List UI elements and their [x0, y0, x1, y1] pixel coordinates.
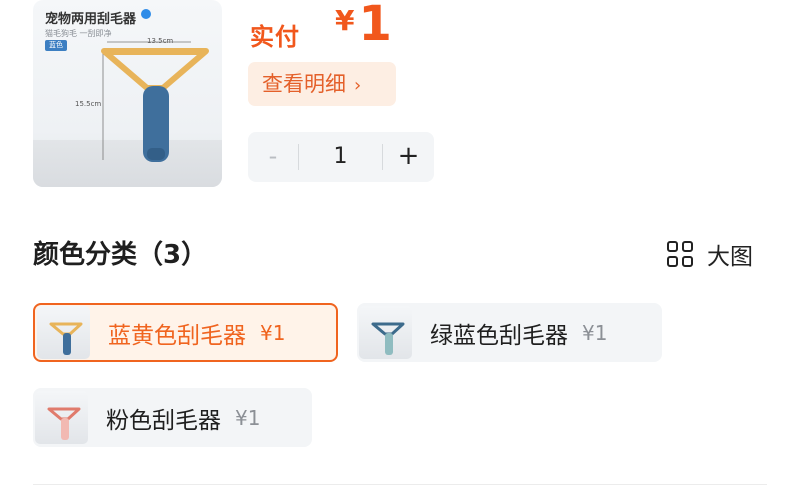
option-green-blue[interactable]: 绿蓝色刮毛器 ¥1	[357, 303, 662, 362]
color-category-title: 颜色分类（3）	[33, 240, 208, 270]
option-name: 绿蓝色刮毛器	[430, 322, 568, 349]
grid-icon	[667, 241, 693, 267]
paid-price-value: ¥1	[335, 0, 392, 52]
option-blue-yellow[interactable]: 蓝黄色刮毛器 ¥1	[33, 303, 338, 362]
quantity-stepper: - 1 +	[248, 132, 434, 182]
option-price: ¥1	[582, 320, 608, 345]
paid-price-label: 实付	[250, 23, 300, 51]
view-details-button[interactable]: 查看明细 ›	[248, 62, 396, 106]
big-image-view-toggle[interactable]: 大图	[667, 239, 753, 270]
view-details-label: 查看明细	[262, 72, 346, 96]
price-amount: 1	[358, 0, 392, 52]
quantity-value[interactable]: 1	[299, 132, 382, 182]
increase-quantity-button[interactable]: +	[383, 132, 434, 182]
divider	[33, 484, 767, 485]
option-thumbnail	[37, 306, 90, 359]
chevron-right-icon: ›	[354, 75, 362, 96]
currency-symbol: ¥	[335, 4, 355, 37]
option-thumbnail	[359, 306, 412, 359]
option-name: 蓝黄色刮毛器	[108, 322, 246, 349]
hair-remover-illustration	[101, 41, 209, 162]
big-image-label: 大图	[707, 244, 753, 270]
option-name: 粉色刮毛器	[106, 407, 221, 434]
option-thumbnail	[35, 391, 88, 444]
option-price: ¥1	[235, 405, 261, 430]
option-pink[interactable]: 粉色刮毛器 ¥1	[33, 388, 312, 447]
decrease-quantity-button[interactable]: -	[248, 132, 298, 182]
option-price: ¥1	[260, 320, 286, 345]
product-thumbnail[interactable]: 宠物两用刮毛器 猫毛狗毛 一刮即净 蓝色 13.5cm 15.5cm	[33, 0, 222, 187]
